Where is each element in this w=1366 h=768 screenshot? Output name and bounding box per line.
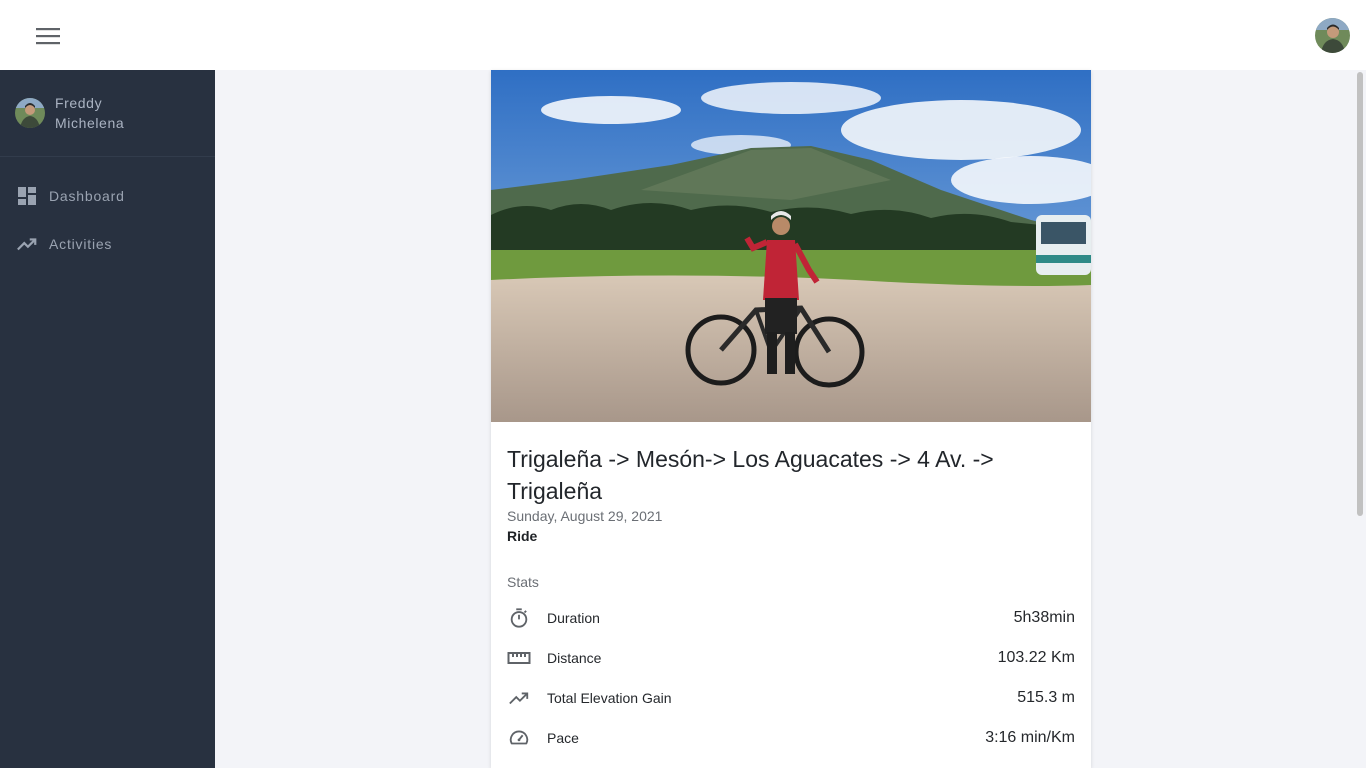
stats-heading: Stats	[507, 574, 539, 590]
trending-up-icon	[16, 233, 38, 255]
stat-value: 3:16 min/Km	[985, 729, 1075, 746]
stat-value: 515.3 m	[1017, 689, 1075, 706]
sidebar-item-label: Activities	[49, 236, 113, 252]
trending-up-icon	[507, 686, 531, 710]
speedometer-icon	[507, 726, 531, 750]
dashboard-icon	[16, 185, 38, 207]
stat-value: 5h38min	[1013, 609, 1075, 626]
sidebar-item-label: Dashboard	[49, 188, 125, 204]
top-app-bar	[0, 0, 1366, 70]
stat-row-duration: Duration 5h38min	[507, 606, 1075, 630]
stat-label: Duration	[547, 610, 600, 626]
page-scrollbar[interactable]	[1357, 72, 1363, 516]
activity-type: Ride	[507, 528, 538, 544]
ruler-icon	[507, 646, 531, 670]
activity-title: Trigaleña -> Mesón-> Los Aguacates -> 4 …	[507, 446, 994, 504]
stat-label: Total Elevation Gain	[547, 690, 672, 706]
avatar	[15, 98, 45, 128]
sidebar: Freddy Michelena Dashboard Activities	[0, 70, 215, 768]
sidebar-item-dashboard[interactable]: Dashboard	[0, 176, 215, 216]
stat-label: Distance	[547, 650, 602, 666]
sidebar-item-activities[interactable]: Activities	[0, 224, 215, 264]
activity-card: Trigaleña -> Mesón-> Los Aguacates -> 4 …	[491, 70, 1091, 768]
sidebar-user-block[interactable]: Freddy Michelena	[0, 70, 215, 157]
stat-value: 103.22 Km	[997, 649, 1075, 666]
activity-photo	[491, 70, 1091, 422]
stat-row-elevation: Total Elevation Gain 515.3 m	[507, 686, 1075, 710]
hamburger-menu-icon	[36, 28, 60, 45]
account-avatar[interactable]	[1315, 18, 1350, 53]
timer-icon	[507, 606, 531, 630]
stat-label: Pace	[547, 730, 579, 746]
user-name: Freddy Michelena	[55, 95, 125, 131]
activity-date: Sunday, August 29, 2021	[507, 508, 663, 524]
stat-row-pace: Pace 3:16 min/Km	[507, 726, 1075, 750]
stat-row-distance: Distance 103.22 Km	[507, 646, 1075, 670]
menu-button[interactable]	[26, 17, 70, 55]
